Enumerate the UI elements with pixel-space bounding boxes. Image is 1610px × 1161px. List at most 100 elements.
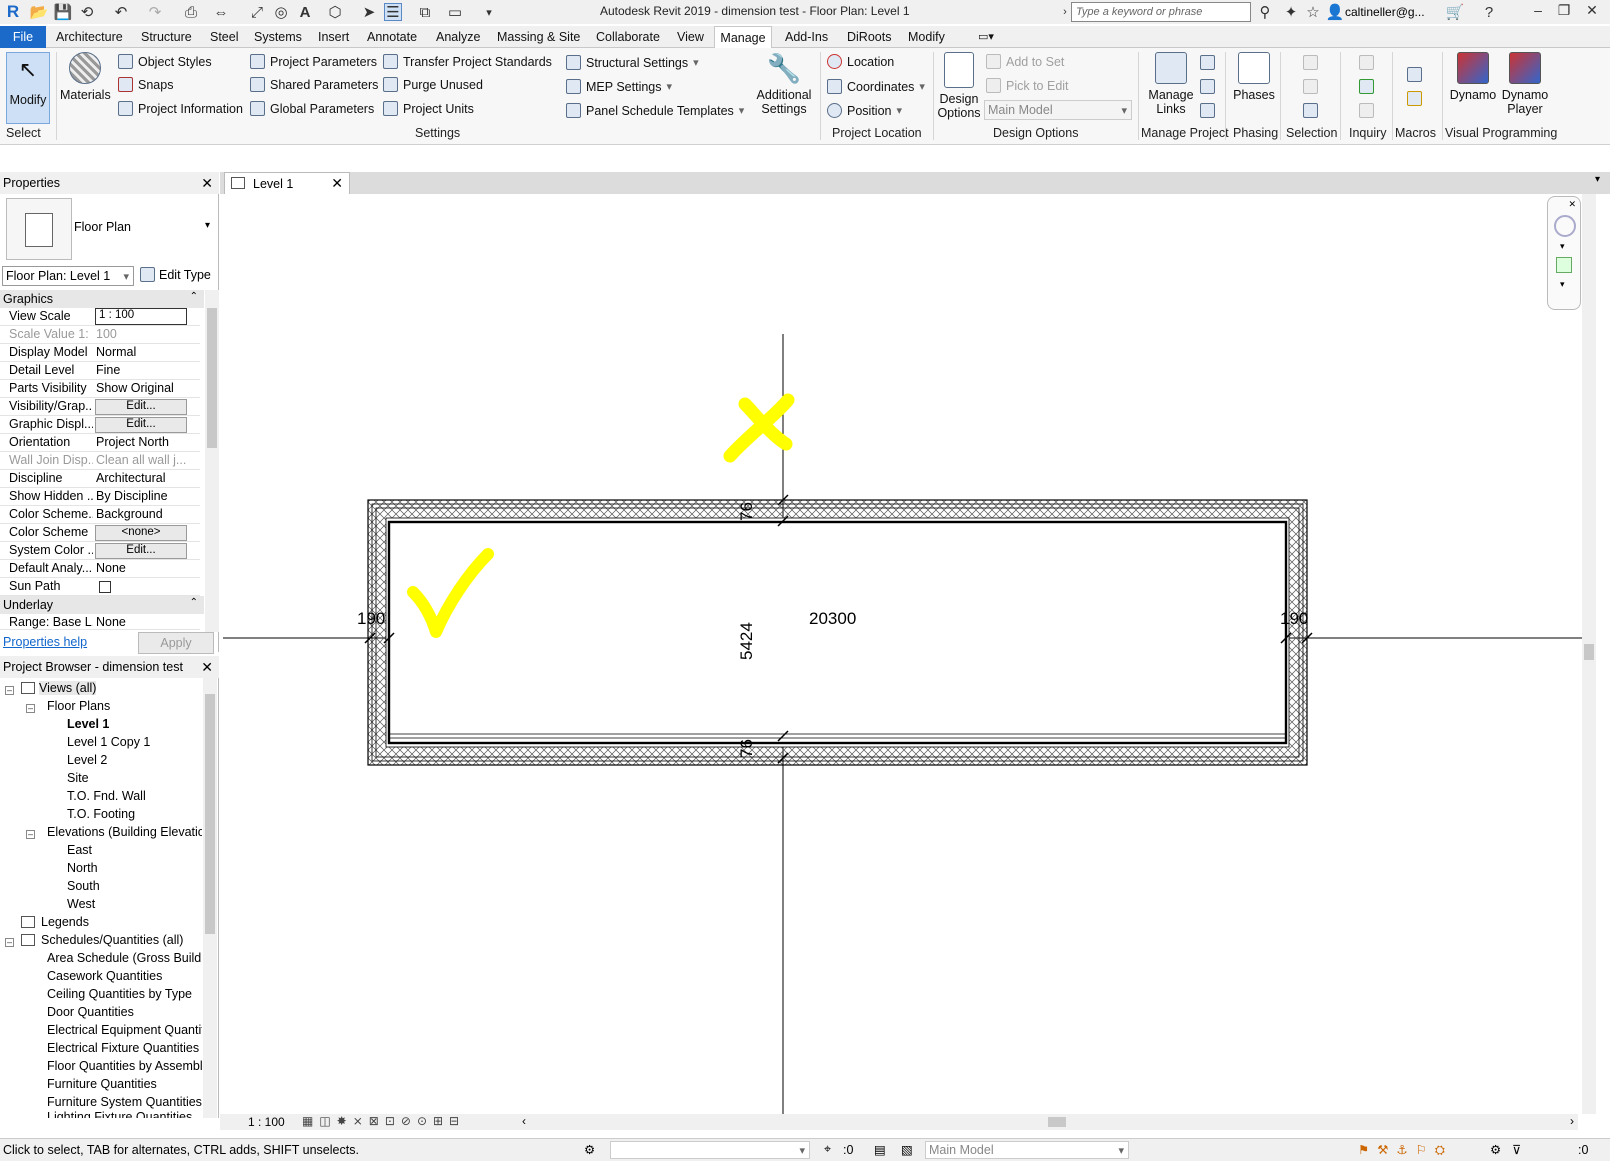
- prop-row-color-scheme[interactable]: Color Scheme <none>: [0, 524, 200, 542]
- browser-floor-plans[interactable]: Floor Plans: [47, 699, 110, 713]
- transfer-standards-button[interactable]: Transfer Project Standards: [383, 54, 552, 69]
- browser-legends[interactable]: Legends: [21, 915, 89, 929]
- dimension-text-height[interactable]: 5424: [737, 622, 756, 660]
- tab-manage[interactable]: Manage: [714, 26, 772, 49]
- prop-row-discipline[interactable]: Discipline Architectural: [0, 470, 200, 488]
- dimension-text-right[interactable]: 190: [1280, 609, 1308, 628]
- prop-value[interactable]: Background: [96, 507, 196, 521]
- collapse-icon[interactable]: –: [26, 704, 35, 713]
- browser-scrollbar[interactable]: [203, 678, 217, 1118]
- graphic-display-edit-button[interactable]: Edit...: [95, 417, 187, 433]
- manage-links-button[interactable]: Manage Links: [1146, 52, 1196, 116]
- browser-to-footing[interactable]: T.O. Footing: [67, 807, 135, 821]
- decal-types-icon[interactable]: [1200, 103, 1215, 118]
- restore-icon[interactable]: ❐: [1554, 2, 1574, 22]
- text-icon[interactable]: A: [296, 3, 314, 21]
- color-scheme-button[interactable]: <none>: [95, 525, 187, 541]
- prop-value[interactable]: Project North: [96, 435, 196, 449]
- tab-modify[interactable]: Modify: [908, 26, 945, 48]
- close-icon[interactable]: ✕: [1582, 2, 1602, 22]
- browser-level-1[interactable]: Level 1: [67, 717, 109, 731]
- undo-icon[interactable]: ↶: [112, 3, 130, 21]
- open-icon[interactable]: 📂: [30, 3, 49, 21]
- collapse-icon[interactable]: –: [5, 938, 14, 947]
- canvas-horizontal-scrollbar[interactable]: ›: [540, 1114, 1578, 1130]
- browser-schedule-item[interactable]: Floor Quantities by Assembly: [47, 1059, 202, 1073]
- design-option-select[interactable]: Main Model ▾: [984, 100, 1132, 120]
- properties-help-link[interactable]: Properties help: [3, 635, 87, 649]
- scrollbar-thumb[interactable]: [205, 694, 215, 934]
- browser-schedule-item[interactable]: Area Schedule (Gross Building: [47, 951, 202, 965]
- help-icon[interactable]: ?: [1480, 3, 1498, 21]
- save-icon[interactable]: 💾: [54, 3, 73, 21]
- tab-analyze[interactable]: Analyze: [436, 26, 480, 48]
- prop-row-view-scale[interactable]: View Scale 1 : 100: [0, 308, 200, 326]
- close-icon[interactable]: ✕: [201, 175, 213, 192]
- modify-button[interactable]: ↖ Modify: [6, 52, 50, 124]
- prop-row-default-analysis[interactable]: Default Analy... None: [0, 560, 200, 578]
- browser-schedule-item[interactable]: Electrical Fixture Quantities: [47, 1041, 199, 1055]
- tag-icon[interactable]: ◎: [272, 3, 290, 21]
- tab-insert[interactable]: Insert: [318, 26, 349, 48]
- tab-collaborate[interactable]: Collaborate: [596, 26, 660, 48]
- coordinates-button[interactable]: Coordinates ▾: [827, 79, 925, 94]
- tab-steel[interactable]: Steel: [210, 26, 239, 48]
- background-processes-icon[interactable]: ⚙: [1490, 1142, 1501, 1157]
- tab-structure[interactable]: Structure: [141, 26, 192, 48]
- minimize-icon[interactable]: –: [1528, 2, 1548, 22]
- project-information-button[interactable]: Project Information: [118, 101, 243, 116]
- browser-views-all[interactable]: Views (all): [21, 681, 97, 695]
- chevron-down-icon[interactable]: ▾: [1560, 241, 1565, 252]
- collapse-icon[interactable]: –: [5, 686, 14, 695]
- browser-north[interactable]: North: [67, 861, 98, 875]
- chevron-left-icon[interactable]: ‹: [522, 1114, 526, 1128]
- dimension-text-bottom[interactable]: 76: [737, 739, 756, 758]
- dimension-text-left[interactable]: 190: [357, 609, 385, 628]
- apply-button[interactable]: Apply: [138, 632, 214, 654]
- macro-security-icon[interactable]: [1407, 91, 1422, 106]
- dynamo-button[interactable]: Dynamo: [1448, 52, 1498, 102]
- tab-systems[interactable]: Systems: [254, 26, 302, 48]
- browser-south[interactable]: South: [67, 879, 100, 893]
- materials-button[interactable]: Materials: [60, 52, 111, 102]
- revit-logo-icon[interactable]: R: [4, 2, 22, 21]
- dimension-text-length[interactable]: 20300: [809, 609, 856, 628]
- save-selection-icon[interactable]: [1303, 55, 1318, 70]
- design-options-status-icon[interactable]: ▤: [874, 1142, 886, 1157]
- aligned-dimension-icon[interactable]: ⤢: [248, 3, 266, 21]
- browser-schedule-item[interactable]: Ceiling Quantities by Type: [47, 987, 192, 1001]
- tab-diroots[interactable]: DiRoots: [847, 26, 891, 48]
- browser-east[interactable]: East: [67, 843, 92, 857]
- collapse-icon[interactable]: ⌃: [190, 597, 198, 608]
- prop-row-sun-path[interactable]: Sun Path: [0, 578, 200, 596]
- browser-schedule-item[interactable]: Lighting Fixture Quantities: [47, 1110, 192, 1118]
- visibility-graphics-edit-button[interactable]: Edit...: [95, 399, 187, 415]
- warnings-icon[interactable]: [1359, 103, 1374, 118]
- filter-icon[interactable]: ⊽: [1512, 1142, 1521, 1157]
- ids-of-selection-icon[interactable]: [1359, 55, 1374, 70]
- sync-icon[interactable]: ⟲: [78, 3, 96, 21]
- worksets-icon[interactable]: ⚙: [584, 1142, 595, 1157]
- tab-add-ins[interactable]: Add-Ins: [785, 26, 828, 48]
- prop-row-range-base[interactable]: Range: Base L... None: [0, 614, 200, 630]
- print-icon[interactable]: ⎙: [182, 3, 200, 21]
- browser-schedule-item[interactable]: Furniture System Quantities: [47, 1095, 202, 1109]
- close-icon[interactable]: ✕: [201, 659, 213, 676]
- load-selection-icon[interactable]: [1303, 79, 1318, 94]
- prop-row-system-color[interactable]: System Color ... Edit...: [0, 542, 200, 560]
- redo-icon[interactable]: ↷: [146, 3, 164, 21]
- zoom-icon[interactable]: [1556, 257, 1572, 273]
- workset-select[interactable]: ▾: [610, 1141, 810, 1159]
- properties-scrollbar[interactable]: [205, 290, 219, 632]
- section-underlay[interactable]: Underlay ⌃: [0, 596, 204, 614]
- thin-lines-icon[interactable]: ☰: [384, 3, 402, 21]
- add-to-set-button[interactable]: Add to Set: [986, 54, 1064, 69]
- prop-row-detail-level[interactable]: Detail Level Fine: [0, 362, 200, 380]
- browser-to-fnd-wall[interactable]: T.O. Fnd. Wall: [67, 789, 146, 803]
- customize-qat-icon[interactable]: ▾: [480, 3, 498, 21]
- pick-to-edit-button[interactable]: Pick to Edit: [986, 78, 1069, 93]
- prop-value[interactable]: Normal: [96, 345, 196, 359]
- tab-annotate[interactable]: Annotate: [367, 26, 417, 48]
- macro-manager-icon[interactable]: [1407, 67, 1422, 82]
- browser-schedule-item[interactable]: Furniture Quantities: [47, 1077, 157, 1091]
